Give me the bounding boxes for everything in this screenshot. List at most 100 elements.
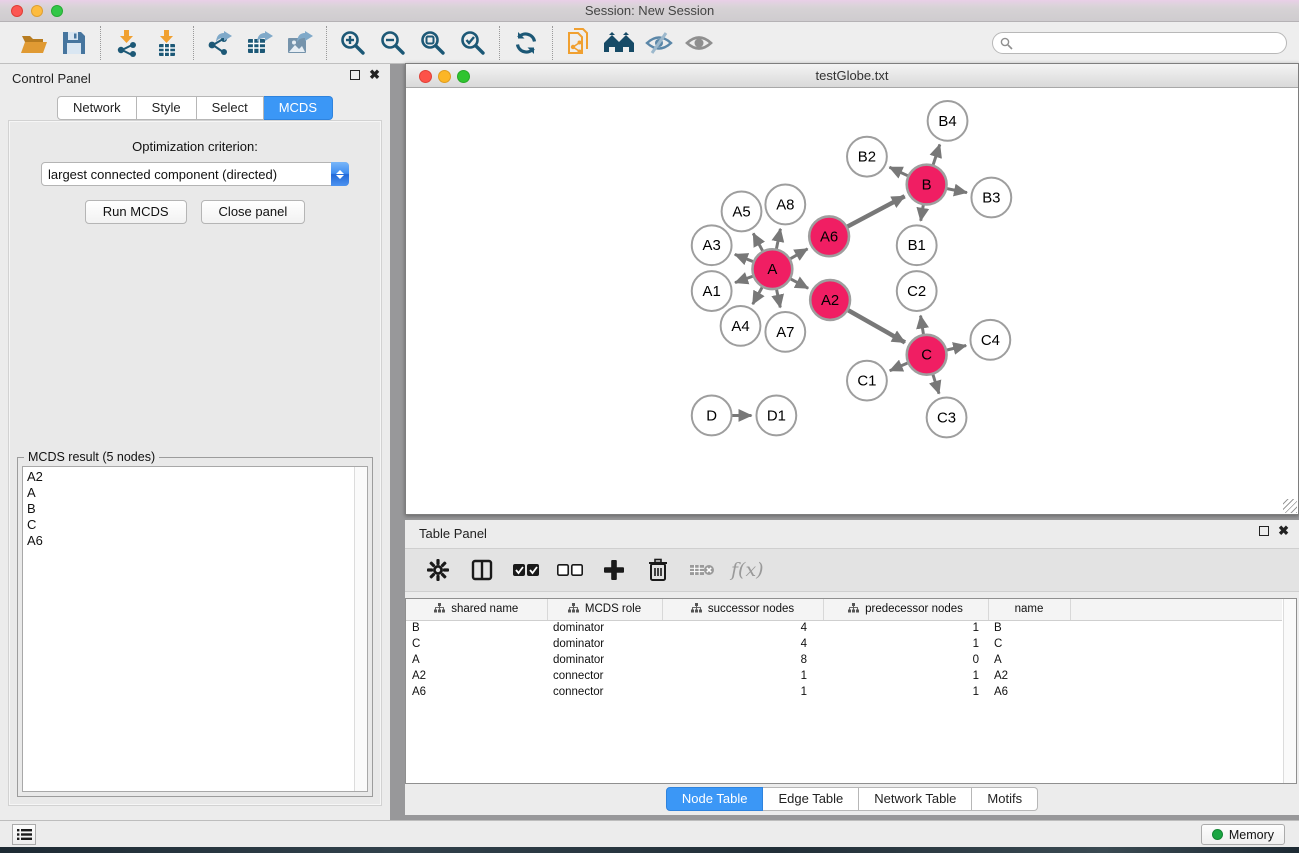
control-panel-tabs: Network Style Select MCDS [0,96,390,120]
close-table-panel-icon[interactable]: ✖ [1278,526,1289,536]
save-session-icon [61,30,87,56]
search-input[interactable] [992,32,1287,54]
select-all-button[interactable] [509,553,543,587]
tab-mcds[interactable]: MCDS [264,96,333,120]
network-window-titlebar[interactable]: testGlobe.txt [406,64,1298,88]
graph-node-label-C1: C1 [857,373,876,390]
column-header-successor-nodes[interactable]: successor nodes [662,599,823,620]
tab-edge-table[interactable]: Edge Table [763,787,859,811]
zoom-out-button[interactable] [373,27,413,59]
dropdown-stepper-icon [331,162,349,186]
tab-motifs[interactable]: Motifs [972,787,1038,811]
home-network-button[interactable] [599,27,639,59]
memory-button[interactable]: Memory [1201,824,1285,845]
graph-node-label-A6: A6 [820,228,838,245]
add-column-button[interactable] [597,553,631,587]
column-header-predecessor-nodes[interactable]: predecessor nodes [823,599,988,620]
node-table: shared nameMCDS rolesuccessor nodesprede… [405,598,1297,784]
table-row[interactable]: Cdominator41C [406,636,1282,652]
search-icon [1000,37,1013,50]
mcds-result-title: MCDS result (5 nodes) [24,450,159,464]
graph-node-label-A3: A3 [703,237,721,254]
network-tools-group [552,26,725,60]
refresh-button[interactable] [506,27,546,59]
zoom-selected-button[interactable] [453,27,493,59]
import-table-button[interactable] [147,27,187,59]
float-panel-icon[interactable] [350,70,360,80]
table-settings-icon [426,558,450,582]
graph-node-label-A2: A2 [821,292,839,309]
export-table-button[interactable] [240,27,280,59]
network-canvas[interactable]: B4B2BB3A5A8A6A3B1AA1A2C2A4A7C4CC1C3DD1 [407,89,1297,513]
window-resize-grip[interactable] [1283,499,1297,513]
tab-style[interactable]: Style [137,96,197,120]
graph-node-label-A8: A8 [776,196,794,213]
function-builder-button[interactable]: f(x) [731,559,764,581]
close-panel-icon[interactable]: ✖ [369,70,380,80]
zoom-in-button[interactable] [333,27,373,59]
graph-node-label-C4: C4 [981,332,1000,349]
table-panel: Table Panel ✖ [405,520,1299,815]
tab-network[interactable]: Network [57,96,137,120]
refresh-group [499,26,552,60]
graph-node-label-B3: B3 [982,189,1000,206]
show-all-button[interactable] [679,27,719,59]
run-mcds-button[interactable]: Run MCDS [85,200,187,224]
graph-node-label-B: B [922,177,932,194]
import-network-button[interactable] [107,27,147,59]
zoom-in-icon [339,29,367,57]
result-list-scrollbar[interactable] [354,467,367,791]
table-scrollbar[interactable] [1283,599,1296,783]
task-history-button[interactable] [12,824,36,845]
table-settings-button[interactable] [421,553,455,587]
mcds-result-item[interactable]: A2 [27,469,353,485]
close-panel-button[interactable]: Close panel [201,200,306,224]
column-header-filler [1070,599,1282,620]
graph-node-label-A1: A1 [703,283,721,300]
column-header-MCDS-role[interactable]: MCDS role [547,599,662,620]
mcds-result-item[interactable]: A [27,485,353,501]
delete-column-button[interactable] [641,553,675,587]
zoom-fit-icon [419,29,447,57]
export-network-button[interactable] [200,27,240,59]
memory-label: Memory [1229,828,1274,842]
mcds-result-item[interactable]: A6 [27,533,353,549]
tab-select[interactable]: Select [197,96,264,120]
float-table-panel-icon[interactable] [1259,526,1269,536]
table-row[interactable]: Adominator80A [406,652,1282,668]
mcds-result-item[interactable]: B [27,501,353,517]
save-session-button[interactable] [54,27,94,59]
window-title: Session: New Session [0,3,1299,18]
mcds-result-list[interactable]: A2ABCA6 [22,466,368,792]
tab-network-table[interactable]: Network Table [859,787,972,811]
criterion-dropdown[interactable]: largest connected component (directed) [41,162,349,186]
mcds-result-item[interactable]: C [27,517,353,533]
table-row[interactable]: A6connector11A6 [406,684,1282,700]
open-session-button[interactable] [14,27,54,59]
column-visibility-button[interactable] [465,553,499,587]
zoom-fit-button[interactable] [413,27,453,59]
deselect-all-button[interactable] [553,553,587,587]
column-header-shared-name[interactable]: shared name [406,599,547,620]
memory-status-icon [1212,829,1223,840]
delete-table-button[interactable] [685,553,719,587]
desktop-wallpaper [0,847,1299,853]
open-session-icon [19,30,49,56]
hide-selected-button[interactable] [639,27,679,59]
graph-node-label-B1: B1 [908,237,926,254]
tab-node-table[interactable]: Node Table [666,787,764,811]
import-network-icon [113,29,141,57]
status-bar: Memory [0,820,1299,847]
table-row[interactable]: A2connector11A2 [406,668,1282,684]
network-desktop: testGlobe.txt B4B2BB3A5A8A6A3B1AA1A2C2A4… [390,64,1299,820]
graph-node-label-C3: C3 [937,409,956,426]
table-row[interactable]: Bdominator41B [406,620,1282,636]
control-panel-header: Control Panel ✖ [0,64,390,90]
optimization-criterion-label: Optimization criterion: [9,139,381,154]
export-image-button[interactable] [280,27,320,59]
zoom-out-icon [379,29,407,57]
column-header-name[interactable]: name [988,599,1070,620]
delete-column-icon [647,558,669,582]
network-window-title: testGlobe.txt [406,68,1298,83]
network-from-selection-button[interactable] [559,27,599,59]
